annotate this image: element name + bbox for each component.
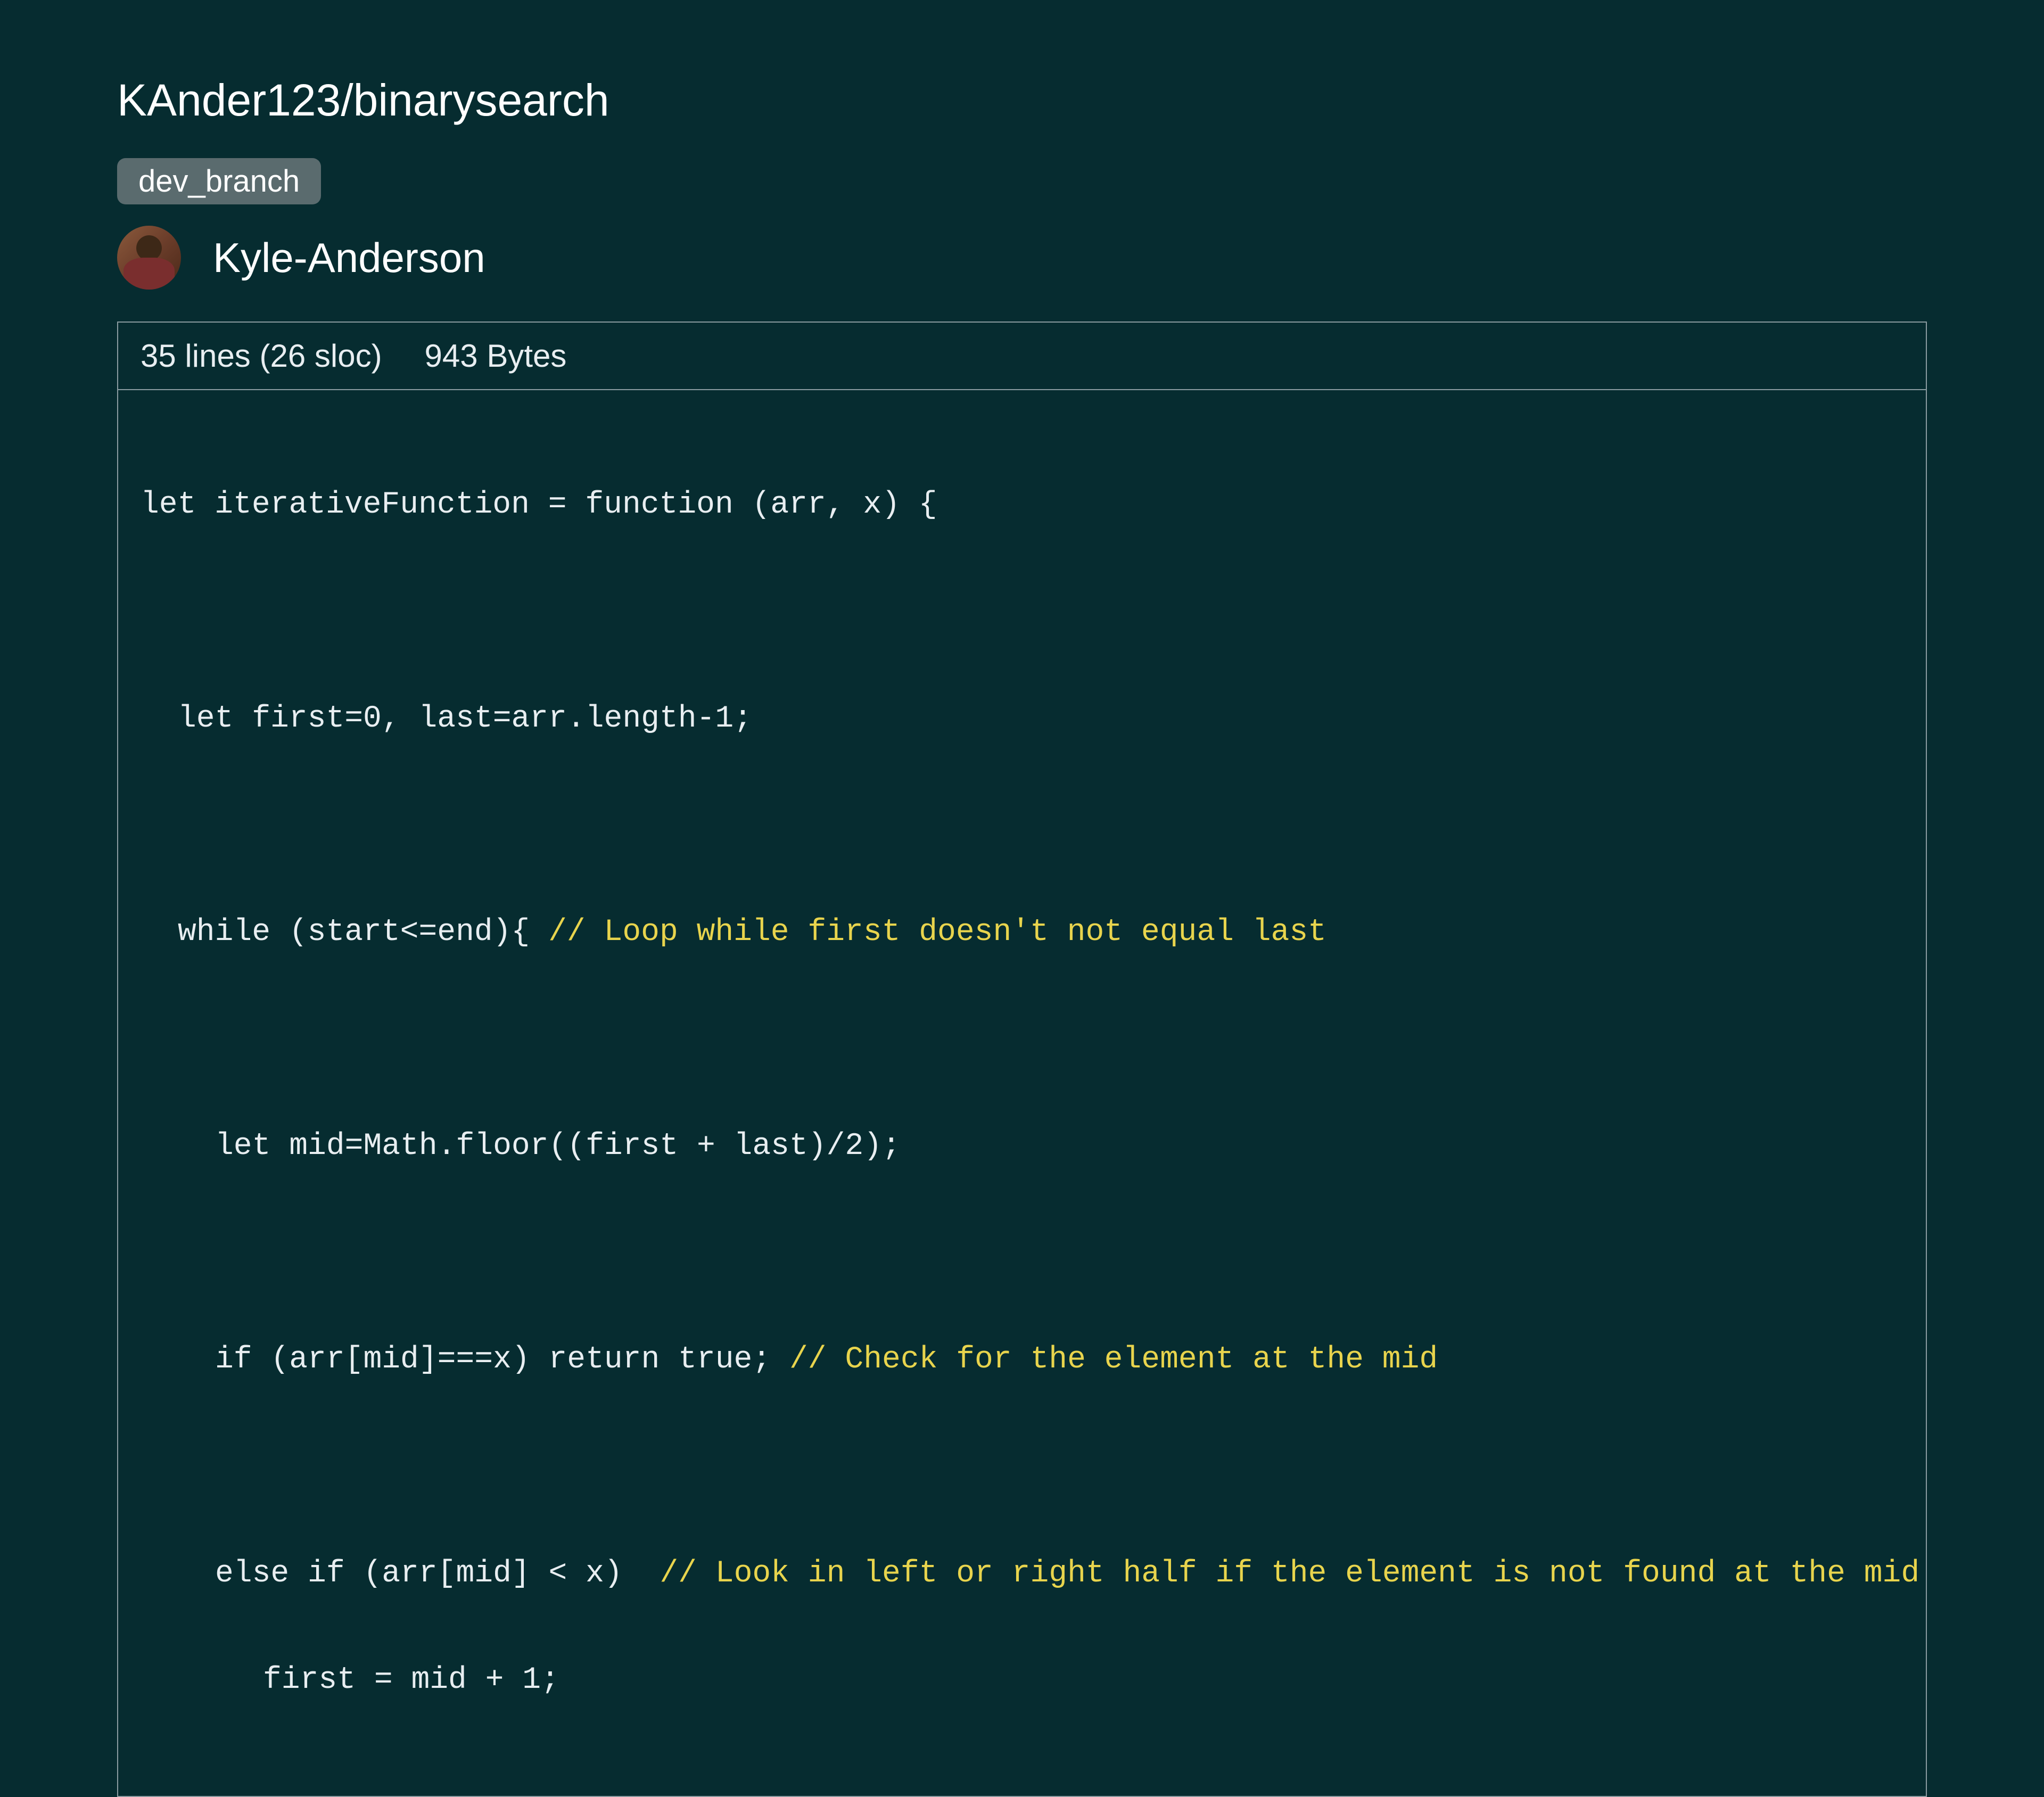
code-line: let mid=Math.floor((first + last)/2); bbox=[141, 1129, 1903, 1165]
code-stats-header: 35 lines (26 sloc) 943 Bytes bbox=[118, 323, 1926, 390]
branch-badge[interactable]: dev_branch bbox=[117, 158, 321, 204]
code-line: let iterativeFunction = function (arr, x… bbox=[141, 488, 1903, 523]
lines-stat: 35 lines (26 sloc) bbox=[141, 337, 382, 374]
repo-title[interactable]: KAnder123/binarysearch bbox=[117, 75, 1927, 126]
code-text: else if (arr[mid] < x) bbox=[215, 1556, 660, 1591]
author-name[interactable]: Kyle-Anderson bbox=[213, 234, 485, 282]
code-comment: // Look in left or right half if the ele… bbox=[660, 1556, 1919, 1591]
code-line: while (start<=end){ // Loop while first … bbox=[141, 915, 1903, 951]
code-line: first = mid + 1; bbox=[141, 1663, 1903, 1699]
size-stat: 943 Bytes bbox=[425, 337, 567, 374]
code-box: 35 lines (26 sloc) 943 Bytes let iterati… bbox=[117, 322, 1927, 1797]
code-comment: // Check for the element at the mid bbox=[789, 1342, 1438, 1377]
code-body: let iterativeFunction = function (arr, x… bbox=[118, 390, 1926, 1796]
author-row: Kyle-Anderson bbox=[117, 226, 1927, 290]
code-line: let first=0, last=arr.length-1; bbox=[141, 702, 1903, 737]
code-line: if (arr[mid]===x) return true; // Check … bbox=[141, 1342, 1903, 1378]
avatar[interactable] bbox=[117, 226, 181, 290]
code-text: if (arr[mid]===x) return true; bbox=[215, 1342, 789, 1377]
code-text: while (start<=end){ bbox=[178, 915, 548, 950]
code-comment: // Loop while first doesn't not equal la… bbox=[548, 915, 1326, 950]
code-line: else if (arr[mid] < x) // Look in left o… bbox=[141, 1556, 1903, 1592]
